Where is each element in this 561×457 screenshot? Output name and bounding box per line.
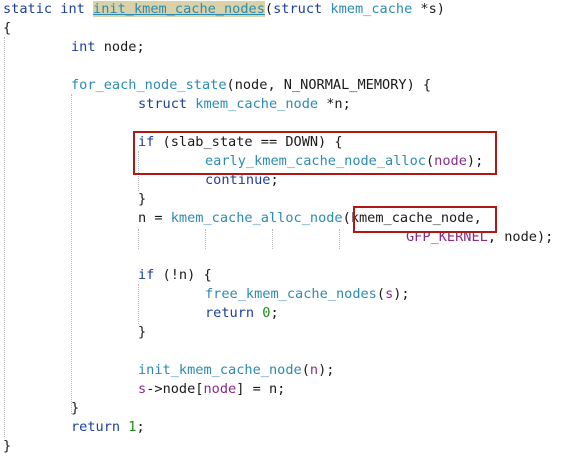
indent-guide	[138, 284, 139, 324]
paren: (	[226, 77, 235, 93]
code-text: ->	[146, 381, 163, 397]
brace: }	[138, 191, 147, 207]
code-text: *n;	[318, 96, 351, 112]
code-line-15: if (!n) {	[138, 266, 212, 285]
code-line-17: return 0;	[205, 304, 279, 323]
brace: }	[3, 438, 12, 454]
keyword: int	[71, 39, 96, 55]
type-name: kmem_cache_node	[195, 96, 319, 112]
code-line-22: }	[71, 399, 79, 418]
keyword: if	[138, 267, 155, 283]
function-call: free_kmem_cache_nodes	[205, 286, 377, 302]
indent-guide	[205, 229, 206, 249]
function-call: kmem_cache_alloc_node	[170, 210, 343, 226]
code-text: n =	[138, 210, 171, 226]
indent-guide	[138, 229, 139, 249]
code-line-18: }	[138, 323, 146, 342]
function-call: init_kmem_cache_node	[138, 362, 302, 378]
keyword: struct	[273, 1, 323, 17]
annotation-box-early-alloc	[133, 131, 497, 175]
code-line-20: init_kmem_cache_node(n);	[138, 361, 334, 380]
brace: {	[3, 20, 12, 36]
code-line-11: }	[138, 190, 146, 209]
code-line-2: {	[3, 19, 11, 38]
code-text: node[	[162, 381, 204, 397]
code-line-5: for_each_node_state(node, N_NORMAL_MEMOR…	[71, 76, 431, 95]
code-text: ;	[136, 419, 145, 435]
param-text: *s)	[412, 1, 445, 17]
code-text: ;	[270, 305, 279, 321]
code-line-16: free_kmem_cache_nodes(s);	[205, 285, 410, 304]
param-ref: s	[138, 381, 147, 397]
code-line-6: struct kmem_cache_node *n;	[138, 95, 351, 114]
type-name: kmem_cache	[330, 1, 413, 17]
indent-guide	[272, 229, 273, 249]
brace: }	[138, 324, 147, 340]
param-ref: node	[203, 381, 237, 397]
code-text: (!n) {	[154, 267, 212, 283]
brace: }	[71, 400, 80, 416]
function-name-highlighted: init_kmem_cache_nodes	[93, 1, 265, 17]
keyword: return	[205, 305, 255, 321]
code-text: );	[393, 286, 410, 302]
macro-name: for_each_node_state	[71, 77, 227, 93]
paren: (	[301, 362, 310, 378]
keyword: struct	[138, 96, 188, 112]
code-line-23: return 1;	[71, 418, 145, 437]
paren: (	[264, 1, 274, 17]
indent-guide	[4, 37, 5, 437]
keyword: return	[71, 419, 121, 435]
indent-guide	[71, 94, 72, 414]
code-line-24: }	[3, 437, 11, 456]
code-text: ] = n;	[236, 381, 286, 397]
code-line-21: s->node[node] = n;	[138, 380, 285, 399]
code-text: node;	[95, 39, 145, 55]
paren: (	[376, 286, 386, 302]
annotation-box-cache-node-arg	[353, 206, 497, 233]
code-text: );	[318, 362, 335, 378]
param-ref: n	[309, 362, 319, 378]
keyword: static	[3, 1, 53, 17]
code-text: , N_NORMAL_MEMORY) {	[267, 77, 432, 93]
code-line-1: static int init_kmem_cache_nodes(struct …	[3, 0, 445, 19]
indent-guide	[339, 229, 340, 249]
code-text: node	[234, 77, 268, 93]
code-line-3: int node;	[71, 38, 145, 57]
code-text: , node);	[487, 229, 554, 245]
keyword: int	[60, 1, 85, 17]
paren: (	[342, 210, 351, 226]
